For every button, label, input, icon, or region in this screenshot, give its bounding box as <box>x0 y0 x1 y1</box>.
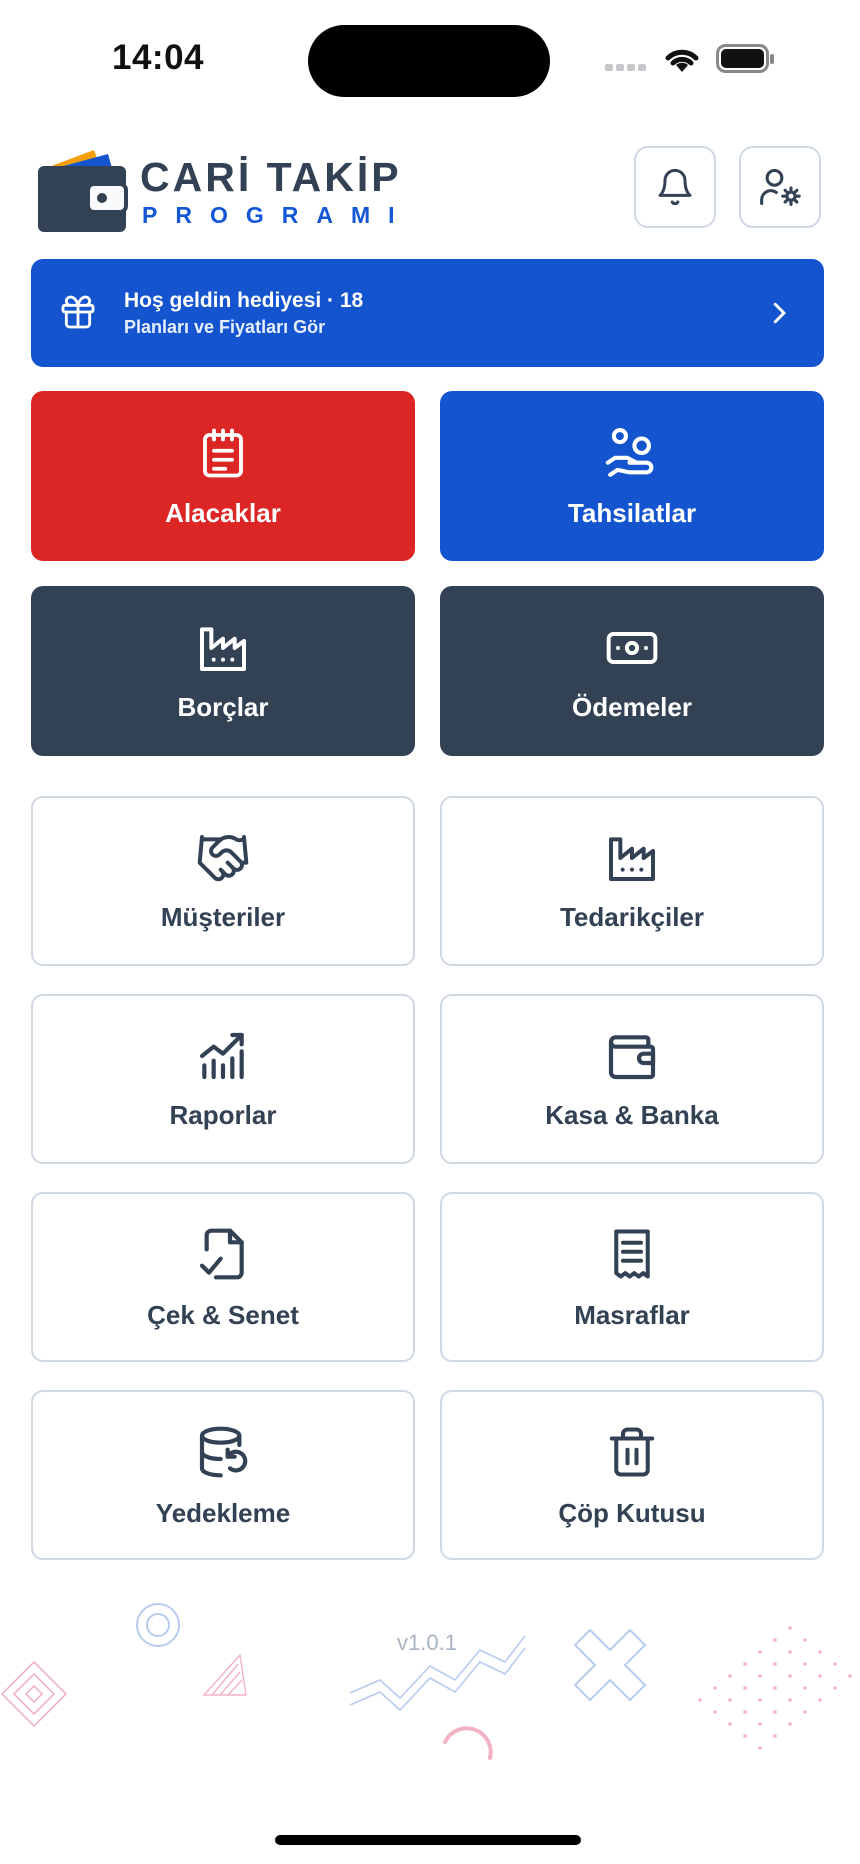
tile-label: Çek & Senet <box>147 1299 299 1330</box>
tile-label: Alacaklar <box>165 497 281 528</box>
chevron-right-icon <box>764 296 794 335</box>
app-version: v1.0.1 <box>397 1630 457 1655</box>
chart-trend-icon <box>199 1032 244 1079</box>
tile-label: Raporlar <box>169 1099 277 1130</box>
tile-musteriler[interactable]: Müşteriler <box>31 796 415 966</box>
bell-icon <box>658 168 692 206</box>
battery-icon <box>716 44 776 79</box>
wallet-icon <box>608 1034 656 1079</box>
notifications-button[interactable] <box>634 146 716 228</box>
tile-cop-kutusu[interactable]: Çöp Kutusu <box>440 1390 824 1560</box>
signal-icon <box>605 60 649 78</box>
account-settings-button[interactable] <box>739 146 821 228</box>
dynamic-island <box>308 25 550 97</box>
tile-label: Müşteriler <box>160 901 286 932</box>
tile-label: Masraflar <box>574 1299 690 1330</box>
brand-subtitle: PROGRAMI <box>142 202 413 228</box>
tile-borclar[interactable]: Borçlar <box>31 586 415 756</box>
tile-yedekleme[interactable]: Yedekleme <box>31 1390 415 1560</box>
user-settings-icon <box>760 168 801 206</box>
wallet-logo-icon <box>36 140 131 235</box>
welcome-gift-banner[interactable] <box>31 259 824 367</box>
banner-subtitle: Planları ve Fiyatları Gör <box>124 317 326 337</box>
banner-title: Hoş geldin hediyesi · 18 <box>124 289 364 312</box>
receipt-icon <box>614 1228 650 1279</box>
tile-label: Çöp Kutusu <box>558 1497 706 1528</box>
banknote-icon <box>606 631 658 664</box>
file-check-icon <box>199 1228 244 1279</box>
tile-label: Yedekleme <box>155 1497 291 1528</box>
tile-masraflar[interactable]: Masraflar <box>440 1192 824 1362</box>
trash-icon <box>609 1426 655 1477</box>
handshake-icon <box>197 834 249 881</box>
tile-label: Tedarikçiler <box>559 901 705 932</box>
tile-raporlar[interactable]: Raporlar <box>31 994 415 1164</box>
home-indicator <box>275 1835 581 1845</box>
tile-tahsilatlar[interactable]: Tahsilatlar <box>440 391 824 561</box>
tile-label: Kasa & Banka <box>545 1099 719 1130</box>
brand-title: CARİ TAKİP <box>140 154 402 200</box>
tile-label: Tahsilatlar <box>567 497 697 528</box>
status-time: 14:04 <box>112 38 205 77</box>
tile-label: Borçlar <box>177 691 269 722</box>
factory-icon <box>200 626 246 671</box>
tile-odemeler[interactable]: Ödemeler <box>440 586 824 756</box>
factory-icon <box>609 836 655 881</box>
database-restore-icon <box>199 1426 248 1477</box>
wifi-icon <box>662 44 702 79</box>
notepad-icon <box>203 428 243 477</box>
hand-receive-icon <box>605 427 654 477</box>
tile-kasa-banka[interactable]: Kasa & Banka <box>440 994 824 1164</box>
tile-alacaklar[interactable]: Alacaklar <box>31 391 415 561</box>
tile-tedarikciler[interactable]: Tedarikçiler <box>440 796 824 966</box>
tile-cek-senet[interactable]: Çek & Senet <box>31 1192 415 1362</box>
gift-icon <box>58 292 98 337</box>
tile-label: Ödemeler <box>572 691 692 722</box>
